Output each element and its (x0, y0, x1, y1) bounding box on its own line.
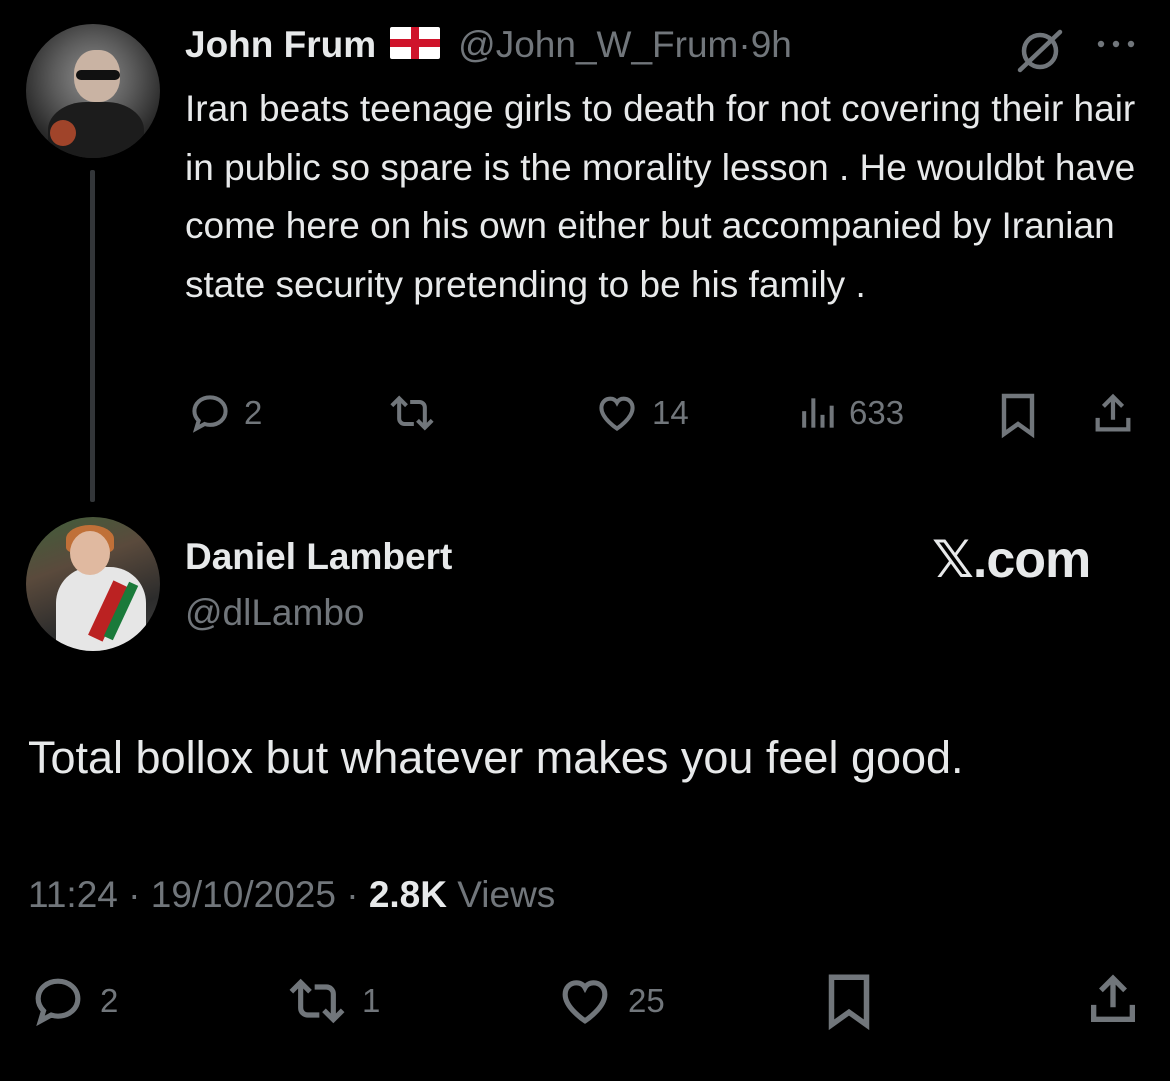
retweet-icon (289, 978, 345, 1024)
bookmark-button[interactable] (998, 391, 1038, 439)
reply-icon (192, 395, 228, 433)
share-button[interactable] (1084, 971, 1142, 1029)
tweet-metadata: 11:24 · 19/10/2025 · 2.8K Views (28, 872, 555, 918)
reply-count: 2 (244, 394, 263, 431)
separator-dot: · (738, 24, 751, 65)
author-handle[interactable]: @dlLambo (185, 590, 365, 636)
views-icon (802, 398, 834, 428)
england-flag-icon (390, 27, 441, 59)
thread-connector-line (90, 170, 95, 502)
retweet-button[interactable] (385, 391, 439, 435)
tweet-time[interactable]: 11:24 (28, 874, 118, 915)
x-com-watermark: 𝕏.com (932, 531, 1091, 589)
author-name[interactable]: Daniel Lambert (185, 534, 452, 580)
avatar-daniel-lambert[interactable] (26, 517, 160, 651)
like-count: 25 (628, 982, 665, 1019)
like-button[interactable]: 14 (594, 391, 689, 435)
retweet-icon (390, 395, 434, 431)
bookmark-button[interactable] (824, 970, 874, 1032)
bookmark-icon (1001, 393, 1035, 439)
reply-button[interactable]: 2 (28, 973, 118, 1029)
reply-button[interactable]: 2 (188, 391, 262, 435)
tweet-date[interactable]: 19/10/2025 (151, 874, 336, 915)
like-button[interactable]: 25 (554, 973, 665, 1029)
repost-count: 1 (362, 982, 381, 1019)
author-handle[interactable]: @John_W_Frum (458, 24, 738, 65)
like-count: 14 (652, 394, 689, 431)
reply-count: 2 (100, 982, 119, 1019)
share-button[interactable] (1090, 391, 1136, 437)
like-icon (562, 980, 608, 1024)
time-ago[interactable]: 9h (751, 24, 792, 65)
retweet-button[interactable]: 1 (284, 973, 380, 1029)
parent-tweet-header: John Frum @John_W_Frum·9h (185, 22, 792, 68)
avatar-john-frum[interactable] (26, 24, 160, 158)
grok-icon[interactable] (1014, 24, 1066, 76)
views-count: 633 (849, 394, 905, 431)
main-tweet-text: Total bollox but whatever makes you feel… (28, 732, 964, 783)
parent-tweet-text: Iran beats teenage girls to death for no… (185, 88, 1136, 305)
author-name[interactable]: John Frum (185, 24, 376, 65)
views-count[interactable]: 2.8K (369, 874, 447, 915)
like-icon (599, 396, 635, 431)
share-icon (1095, 393, 1131, 432)
separator-dot: · (346, 874, 359, 915)
views-label: Views (457, 874, 556, 915)
reply-icon (35, 978, 81, 1027)
bookmark-icon (828, 974, 870, 1031)
views-button[interactable]: 633 (797, 391, 904, 435)
share-icon (1091, 974, 1135, 1022)
separator-dot: · (128, 874, 141, 915)
more-icon[interactable] (1094, 34, 1138, 54)
